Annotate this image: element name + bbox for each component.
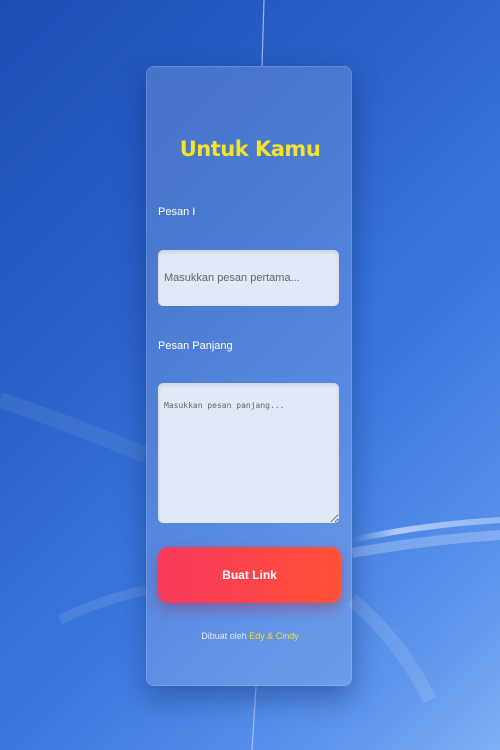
message-one-label: Pesan I: [158, 206, 196, 218]
message-one-input[interactable]: [158, 250, 339, 306]
long-message-label: Pesan Panjang: [158, 340, 233, 352]
form-card: Untuk Kamu Pesan I Pesan Panjang Buat Li…: [146, 66, 352, 686]
footer-names: Edy & Cindy: [249, 631, 299, 641]
create-link-button[interactable]: Buat Link: [158, 547, 341, 603]
form-title: Untuk Kamu: [179, 137, 321, 161]
footer-credit: Dibuat oleh Edy & Cindy: [147, 631, 353, 641]
footer-prefix: Dibuat oleh: [201, 631, 247, 641]
long-message-textarea[interactable]: [158, 383, 339, 523]
